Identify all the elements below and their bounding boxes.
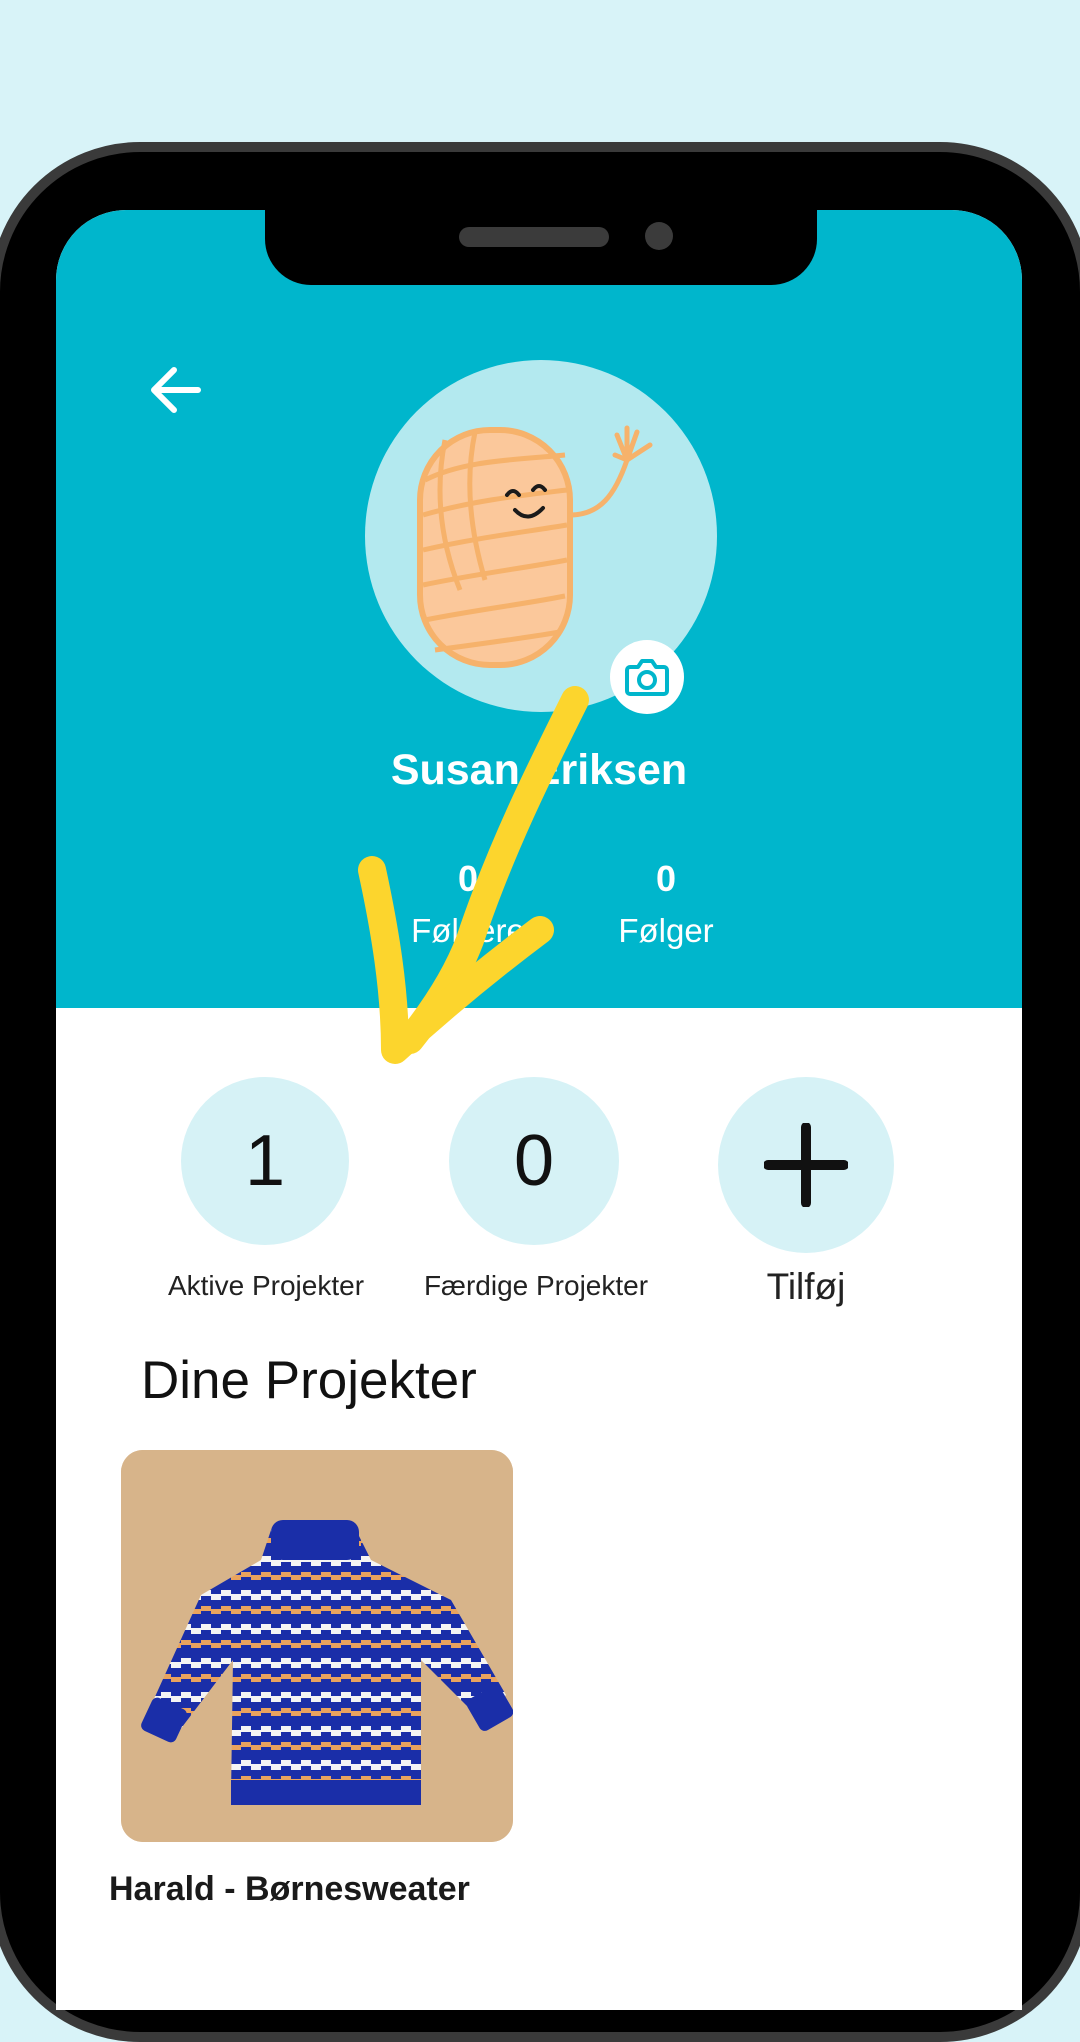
speaker-grille bbox=[459, 227, 609, 247]
profile-header: Susan Eriksen 0 Følgere 0 Følger bbox=[56, 210, 1022, 1008]
following-label: Følger bbox=[618, 912, 714, 949]
change-photo-button[interactable] bbox=[610, 640, 684, 714]
back-button[interactable] bbox=[136, 350, 216, 430]
plus-icon bbox=[764, 1123, 848, 1207]
app-screen: Susan Eriksen 0 Følgere 0 Følger 1 0 Akt… bbox=[56, 210, 1022, 2010]
add-project-label: Tilføj bbox=[766, 1266, 846, 1307]
finished-projects-label: Færdige Projekter bbox=[423, 1270, 649, 1301]
user-name: Susan Eriksen bbox=[390, 746, 688, 794]
following-stat[interactable]: 0 Følger bbox=[566, 858, 766, 950]
back-arrow-icon bbox=[151, 367, 201, 413]
add-project-button[interactable] bbox=[718, 1077, 894, 1253]
finished-projects-count[interactable]: 0 bbox=[449, 1077, 619, 1245]
followers-label: Følgere bbox=[411, 912, 525, 949]
projects-section-title: Dine Projekter bbox=[141, 1351, 477, 1410]
project-title: Harald - Børnesweater bbox=[109, 1870, 470, 1908]
active-projects-count[interactable]: 1 bbox=[181, 1077, 349, 1245]
sweater-photo bbox=[121, 1450, 513, 1842]
front-camera bbox=[645, 222, 673, 250]
phone-notch bbox=[265, 210, 817, 285]
project-card[interactable] bbox=[121, 1450, 513, 1842]
following-count: 0 bbox=[655, 858, 677, 899]
followers-count: 0 bbox=[457, 858, 479, 899]
camera-icon bbox=[625, 659, 669, 696]
active-projects-label: Aktive Projekter bbox=[167, 1270, 365, 1301]
followers-stat[interactable]: 0 Følgere bbox=[368, 858, 568, 950]
